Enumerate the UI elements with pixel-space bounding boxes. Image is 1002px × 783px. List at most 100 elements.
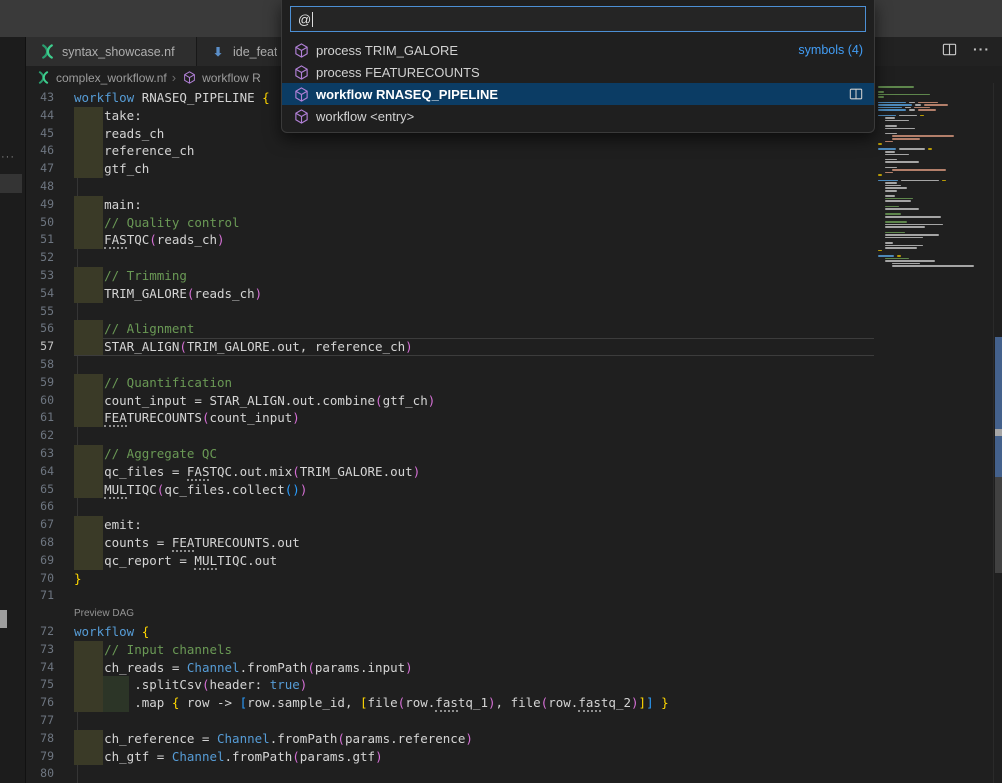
minimap-line <box>892 169 946 171</box>
code-line-52[interactable]: 52 <box>26 249 874 267</box>
quickpick-item-label: process FEATURECOUNTS <box>316 65 480 80</box>
quickpick-item[interactable]: process TRIM_GALOREsymbols (4) <box>282 39 874 61</box>
code-line-50[interactable]: 50 // Quality control <box>26 214 874 232</box>
code-line-47[interactable]: 47 gtf_ch <box>26 160 874 178</box>
code-line-60[interactable]: 60 count_input = STAR_ALIGN.out.combine(… <box>26 392 874 410</box>
code-line-71[interactable]: 71 <box>26 587 874 605</box>
tab-syntax-showcase[interactable]: syntax_showcase.nf <box>26 37 197 66</box>
code-line-75[interactable]: 75 .splitCsv(header: true) <box>26 676 874 694</box>
code-line-46[interactable]: 46 reference_ch <box>26 142 874 160</box>
quick-pick-input[interactable]: @ <box>290 6 866 32</box>
code-line-69[interactable]: 69 qc_report = MULTIQC.out <box>26 552 874 570</box>
code-line-74[interactable]: 74 ch_reads = Channel.fromPath(params.in… <box>26 659 874 677</box>
minimap-line <box>928 148 932 150</box>
minimap-line <box>878 96 884 98</box>
code-line-64[interactable]: 64 qc_files = FASTQC.out.mix(TRIM_GALORE… <box>26 463 874 481</box>
codelens-preview-dag-link[interactable]: Preview DAG <box>74 605 134 623</box>
quickpick-item[interactable]: workflow <entry> <box>282 105 874 127</box>
minimap-line <box>885 245 923 247</box>
indent-guide <box>77 303 78 321</box>
minimap-line <box>899 115 917 117</box>
minimap-line <box>942 180 946 182</box>
code-text: count_input = STAR_ALIGN.out.combine(gtf… <box>74 392 435 410</box>
code-line-49[interactable]: 49 main: <box>26 196 874 214</box>
indent-guide <box>77 178 78 196</box>
vscode-window: { "colors": { "accent_focus": "#4c8fd4",… <box>0 0 1002 783</box>
more-actions-button[interactable]: ··· <box>973 41 990 57</box>
line-number: 44 <box>26 107 54 125</box>
code-line-51[interactable]: 51 FASTQC(reads_ch) <box>26 231 874 249</box>
code-line-62[interactable]: 62 <box>26 427 874 445</box>
code-editor[interactable]: 43workflow RNASEQ_PIPELINE {44 take:45 r… <box>26 89 874 783</box>
code-line-72[interactable]: 72workflow { <box>26 623 874 641</box>
nextflow-icon <box>39 44 55 60</box>
quickpick-item[interactable]: process FEATURECOUNTS <box>282 61 874 83</box>
code-line-70[interactable]: 70} <box>26 570 874 588</box>
code-line-55[interactable]: 55 <box>26 303 874 321</box>
scrollbar-slider[interactable] <box>995 477 1002 573</box>
line-number: 65 <box>26 481 54 499</box>
code-line-61[interactable]: 61 FEATURECOUNTS(count_input) <box>26 409 874 427</box>
minimap-line <box>918 102 938 104</box>
minimap-line <box>885 185 901 187</box>
code-line-57[interactable]: 57 STAR_ALIGN(TRIM_GALORE.out, reference… <box>26 338 874 356</box>
split-editor-button[interactable] <box>941 41 957 57</box>
minimap-line <box>901 180 939 182</box>
symbols-filter-link[interactable]: symbols (4) <box>798 43 863 57</box>
code-line-59[interactable]: 59 // Quantification <box>26 374 874 392</box>
code-line-56[interactable]: 56 // Alignment <box>26 320 874 338</box>
breadcrumb-symbol[interactable]: workflow R <box>202 71 261 85</box>
code-line-58[interactable]: 58 <box>26 356 874 374</box>
codelens-row: Preview DAG <box>26 605 874 623</box>
code-line-67[interactable]: 67 emit: <box>26 516 874 534</box>
minimap-line <box>885 128 915 130</box>
code-line-73[interactable]: 73 // Input channels <box>26 641 874 659</box>
code-line-54[interactable]: 54 TRIM_GALORE(reads_ch) <box>26 285 874 303</box>
code-text: FASTQC(reads_ch) <box>74 231 225 249</box>
minimap-line <box>885 232 905 234</box>
code-text: ch_gtf = Channel.fromPath(params.gtf) <box>74 748 383 766</box>
code-line-63[interactable]: 63 // Aggregate QC <box>26 445 874 463</box>
minimap-line <box>878 102 906 104</box>
code-line-77[interactable]: 77 <box>26 712 874 730</box>
minimap-line <box>878 143 882 145</box>
minimap-line <box>885 125 897 127</box>
code-line-65[interactable]: 65 MULTIQC(qc_files.collect()) <box>26 481 874 499</box>
indent-guide <box>77 356 78 374</box>
minimap-line <box>878 180 898 182</box>
code-line-79[interactable]: 79 ch_gtf = Channel.fromPath(params.gtf) <box>26 748 874 766</box>
code-line-76[interactable]: 76 .map { row -> [row.sample_id, [file(r… <box>26 694 874 712</box>
line-number: 52 <box>26 249 54 267</box>
code-line-53[interactable]: 53 // Trimming <box>26 267 874 285</box>
panel-scrollbar-sliver[interactable] <box>0 610 7 628</box>
code-text: // Quality control <box>74 214 240 232</box>
line-number: 61 <box>26 409 54 427</box>
code-line-68[interactable]: 68 counts = FEATURECOUNTS.out <box>26 534 874 552</box>
code-line-48[interactable]: 48 <box>26 178 874 196</box>
symbol-module-icon <box>181 70 197 86</box>
split-editor-icon[interactable] <box>849 87 863 101</box>
line-number: 75 <box>26 676 54 694</box>
line-number: 72 <box>26 623 54 641</box>
minimap[interactable] <box>878 86 993 286</box>
code-text: workflow RNASEQ_PIPELINE { <box>74 89 270 107</box>
minimap-line <box>885 226 925 228</box>
minimap-line <box>885 258 909 260</box>
overflow-ellipsis-icon[interactable]: ··· <box>1 151 15 163</box>
minimap-line <box>885 120 909 122</box>
minimap-line <box>920 115 924 117</box>
line-number: 78 <box>26 730 54 748</box>
code-line-66[interactable]: 66 <box>26 498 874 516</box>
line-number: 46 <box>26 142 54 160</box>
breadcrumb-file[interactable]: complex_workflow.nf <box>56 71 167 85</box>
minimap-line <box>878 107 902 109</box>
minimap-line <box>878 148 896 150</box>
code-text: TRIM_GALORE(reads_ch) <box>74 285 262 303</box>
code-line-80[interactable]: 80 <box>26 765 874 783</box>
quickpick-item[interactable]: workflow RNASEQ_PIPELINE <box>282 83 874 105</box>
arrow-down-icon: ⬇ <box>210 44 226 60</box>
code-text: ch_reference = Channel.fromPath(params.r… <box>74 730 473 748</box>
minimap-line <box>885 208 919 210</box>
code-text: // Aggregate QC <box>74 445 217 463</box>
code-line-78[interactable]: 78 ch_reference = Channel.fromPath(param… <box>26 730 874 748</box>
